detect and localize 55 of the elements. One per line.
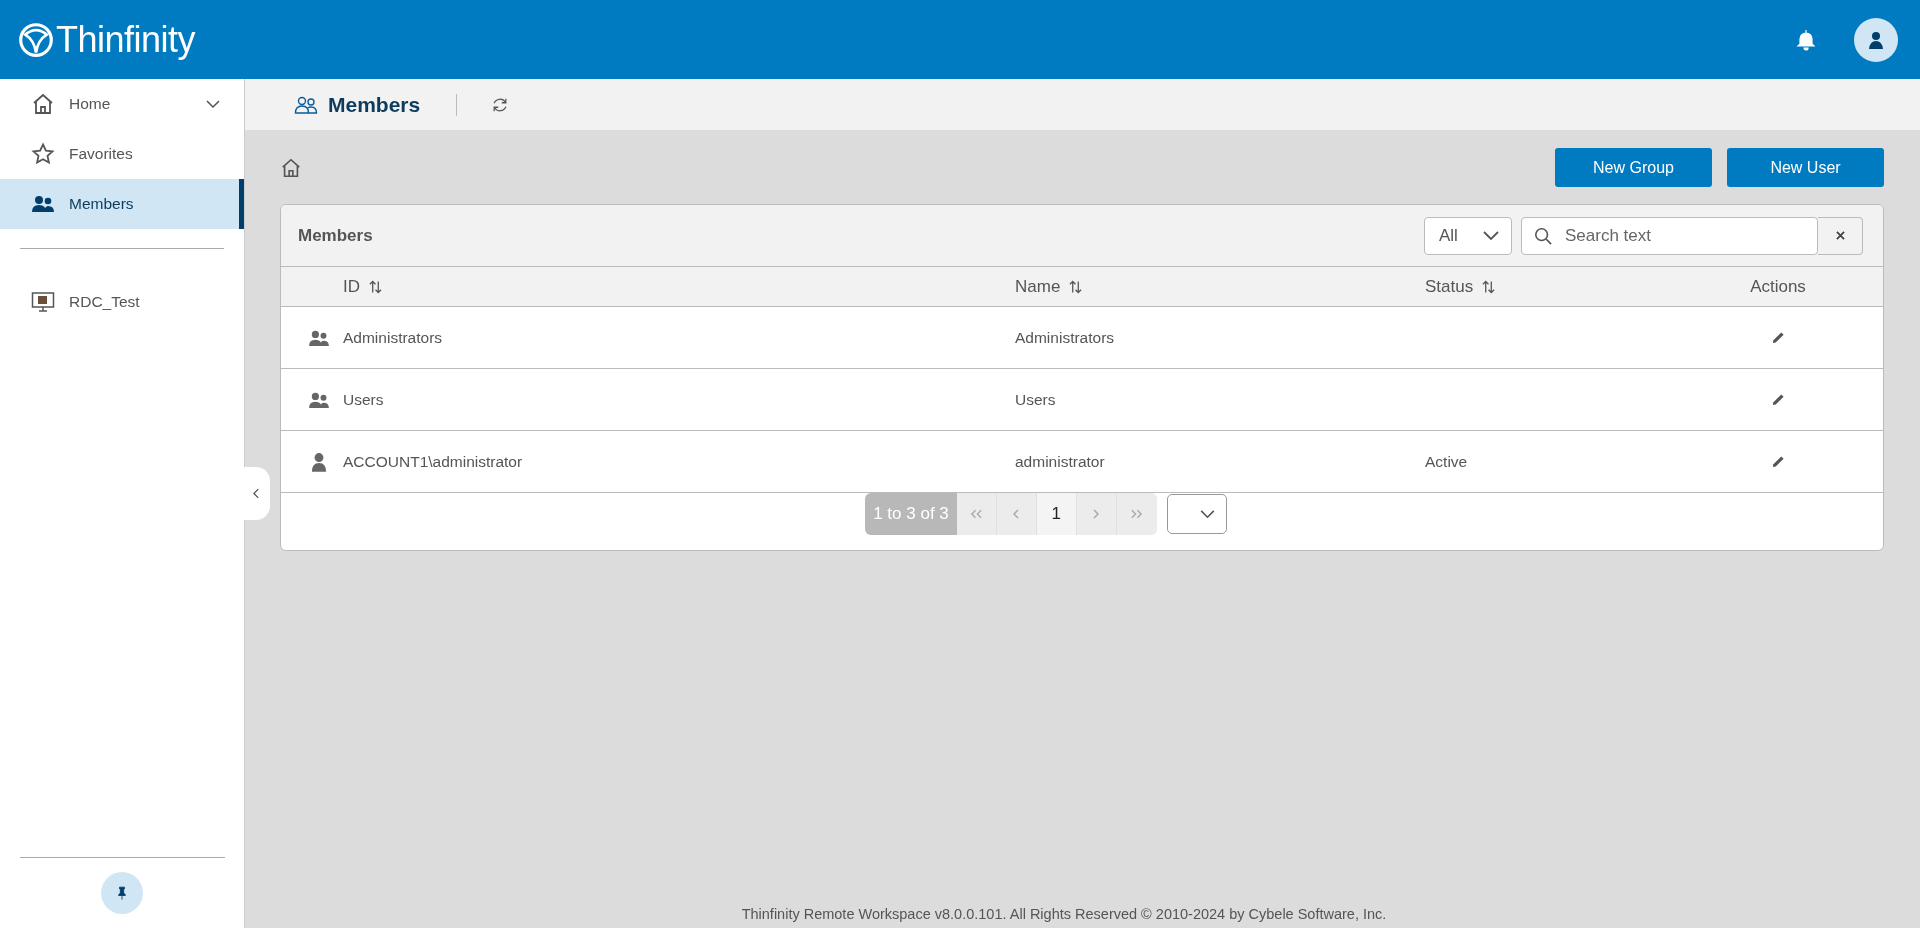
nav-item[interactable]: Favorites <box>0 129 244 179</box>
logo-icon <box>18 21 54 58</box>
bell-icon[interactable] <box>1796 28 1816 51</box>
page-summary: 1 to 3 of 3 <box>865 493 957 535</box>
page-button[interactable]: 1 <box>1036 493 1077 535</box>
table-cell-text: Users <box>343 390 385 409</box>
user-icon <box>311 451 327 472</box>
sort-icon[interactable] <box>1482 279 1496 294</box>
chevron-left-icon <box>253 488 260 499</box>
group-icon <box>308 328 330 347</box>
monitor-icon <box>31 290 55 314</box>
table-cell: Active <box>1425 452 1468 470</box>
action-button[interactable]: New User <box>1727 148 1884 187</box>
home-icon[interactable] <box>280 156 302 179</box>
chevron-left-icon <box>1012 509 1021 519</box>
edit-icon[interactable] <box>1771 393 1785 406</box>
double-chevron-left-icon <box>969 509 983 519</box>
caret-icon <box>1483 230 1499 241</box>
page-size-dropdown[interactable] <box>1166 494 1227 534</box>
table-cell-text: Administrators <box>343 328 444 347</box>
column-header[interactable]: Name <box>1015 276 1061 297</box>
action-button[interactable]: New Group <box>1555 148 1712 187</box>
table-cell-text: Administrators <box>1015 328 1116 347</box>
table-cell-text: ACCOUNT1\administrator <box>343 452 524 471</box>
user-avatar[interactable] <box>1854 17 1898 62</box>
nav-item[interactable]: RDC_Test <box>0 277 244 327</box>
sort-icon[interactable] <box>369 279 382 294</box>
column-header[interactable]: Actions <box>1750 276 1806 297</box>
table-cell-text: Users <box>1015 390 1057 409</box>
star-icon <box>31 142 55 166</box>
column-header[interactable]: ID <box>343 276 360 297</box>
table-cell-text: administrator <box>1015 452 1106 471</box>
pin-icon <box>117 886 127 900</box>
edit-icon[interactable] <box>1771 331 1785 344</box>
column-header[interactable]: Status <box>1425 276 1474 297</box>
close-icon <box>1835 231 1845 240</box>
nav-item[interactable]: Members <box>0 179 244 229</box>
double-chevron-right-icon <box>1130 509 1144 519</box>
edit-icon[interactable] <box>1771 455 1785 468</box>
chevron-icon <box>206 100 220 108</box>
caret-icon <box>1199 509 1215 519</box>
group-icon <box>308 390 330 409</box>
nav-item[interactable]: Home <box>0 79 244 129</box>
members-icon <box>294 94 318 115</box>
chevron-right-icon <box>1092 509 1101 519</box>
page-title: Members <box>328 92 421 117</box>
brand-name: Thinfinity <box>56 18 196 61</box>
card-title: Members <box>298 225 373 246</box>
filter-dropdown[interactable]: All <box>1424 216 1512 255</box>
clear-button[interactable] <box>1818 216 1863 255</box>
sort-icon[interactable] <box>1069 279 1083 294</box>
home-icon <box>31 92 55 116</box>
search-field[interactable]: Search text <box>1521 216 1818 255</box>
pin-button[interactable] <box>101 872 143 914</box>
footer-text: Thinfinity Remote Workspace v8.0.0.101. All Rights Reserved © 2010-2024 by Cybele Software, Inc. <box>740 906 1388 922</box>
